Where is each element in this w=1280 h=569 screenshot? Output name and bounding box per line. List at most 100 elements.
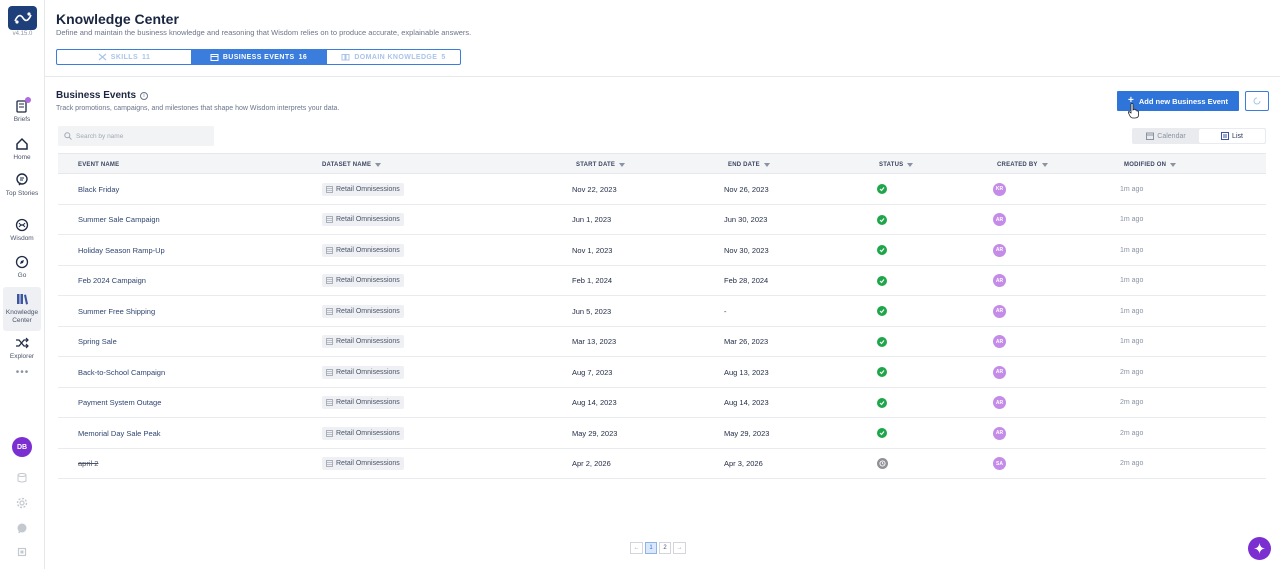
nav-home[interactable]: Home — [3, 137, 41, 162]
dataset-name: Retail Omnisessions — [336, 460, 400, 467]
creator-avatar: AR — [993, 243, 1006, 257]
event-name-link[interactable]: Memorial Day Sale Peak — [78, 429, 161, 438]
table-icon — [326, 399, 333, 406]
page-1-button[interactable]: 1 — [645, 542, 657, 554]
event-name-link[interactable]: Payment System Outage — [78, 398, 161, 407]
section-subtitle: Track promotions, campaigns, and milesto… — [56, 105, 340, 112]
table-row[interactable]: Back-to-School Campaign Retail Omnisessio… — [58, 357, 1266, 388]
event-name-link[interactable]: Summer Sale Campaign — [78, 215, 160, 224]
sort-caret-icon — [1041, 162, 1048, 167]
created-by-cell: SA — [993, 449, 1006, 479]
nav-knowledge-center[interactable]: Knowledge Center — [3, 287, 41, 331]
table-row[interactable]: Summer Free Shipping Retail Omnisessions J… — [58, 296, 1266, 327]
event-name-cell[interactable]: Memorial Day Sale Peak — [78, 418, 161, 448]
user-avatar[interactable]: DB — [12, 437, 32, 457]
info-icon[interactable]: i — [140, 91, 149, 100]
nav-briefs[interactable]: Briefs — [3, 97, 41, 124]
dataset-pill: Retail Omnisessions — [322, 365, 404, 379]
col-status[interactable]: STATUS — [879, 154, 914, 175]
event-name-cell[interactable]: april 2 — [78, 449, 98, 479]
table-row[interactable]: april 2 Retail Omnisessions Apr 2, 2026 Apr… — [58, 449, 1266, 479]
nav-explorer[interactable]: Explorer — [3, 336, 41, 361]
chat-icon[interactable] — [16, 522, 28, 534]
nav-label: Knowledge Center — [5, 309, 39, 324]
nav-top-stories[interactable]: Top Stories — [3, 173, 41, 198]
event-name-link[interactable]: Summer Free Shipping — [78, 307, 155, 316]
event-name-cell[interactable]: Payment System Outage — [78, 388, 161, 418]
tab-skills[interactable]: SKILLS 11 — [57, 50, 191, 64]
col-modified-on[interactable]: MODIFIED ON — [1124, 154, 1177, 175]
col-dataset-name[interactable]: DATASET NAME — [322, 154, 382, 175]
dataset-cell: Retail Omnisessions — [322, 327, 404, 357]
event-name-cell[interactable]: Holiday Season Ramp-Up — [78, 235, 165, 265]
next-page-button[interactable]: → — [673, 542, 686, 554]
dataset-pill: Retail Omnisessions — [322, 426, 404, 440]
modified-on-cell: 1m ago — [1120, 246, 1144, 254]
settings-icon[interactable] — [16, 497, 28, 509]
search-input[interactable] — [76, 132, 206, 140]
tab-domain-knowledge[interactable]: DOMAIN KNOWLEDGE 5 — [326, 50, 460, 64]
table-row[interactable]: Summer Sale Campaign Retail Omnisessions J… — [58, 205, 1266, 235]
table-icon — [326, 185, 333, 193]
event-name-cell[interactable]: Back-to-School Campaign — [78, 357, 165, 387]
event-name-link[interactable]: april 2 — [78, 459, 98, 468]
assistant-fab[interactable] — [1248, 537, 1271, 560]
event-name-link[interactable]: Holiday Season Ramp-Up — [78, 246, 165, 255]
event-name-cell[interactable]: Summer Sale Campaign — [78, 205, 160, 235]
modified-on-cell: 2m ago — [1120, 368, 1144, 376]
status-active-icon — [877, 428, 887, 438]
view-list-button[interactable]: List — [1199, 129, 1265, 143]
event-name-cell[interactable]: Black Friday — [78, 174, 119, 204]
button-label: Add new Business Event — [1138, 96, 1229, 106]
end-date-cell: Aug 13, 2023 — [724, 367, 769, 377]
table-body: Black Friday Retail Omnisessions Nov 22, 2… — [58, 174, 1266, 479]
tab-business-events[interactable]: BUSINESS EVENTS 16 — [191, 50, 326, 64]
col-start-date[interactable]: START DATE — [576, 154, 626, 175]
modified-on-cell: 2m ago — [1120, 429, 1144, 437]
event-name-link[interactable]: Back-to-School Campaign — [78, 368, 165, 377]
events-table: EVENT NAME DATASET NAME START DATE END D… — [58, 153, 1266, 479]
sort-caret-icon — [907, 162, 914, 167]
view-label: List — [1232, 132, 1243, 140]
database-icon[interactable] — [16, 472, 28, 484]
page-subtitle: Define and maintain the business knowled… — [56, 28, 472, 37]
creator-avatar: KR — [993, 182, 1006, 196]
nav-go[interactable]: Go — [3, 255, 41, 280]
page-2-button[interactable]: 2 — [659, 542, 671, 554]
dataset-name: Retail Omnisessions — [336, 246, 400, 254]
table-row[interactable]: Payment System Outage Retail Omnisessions… — [58, 388, 1266, 418]
event-name-link[interactable]: Spring Sale — [78, 337, 117, 346]
nav-wisdom[interactable]: Wisdom — [3, 218, 41, 243]
dataset-cell: Retail Omnisessions — [322, 235, 404, 265]
event-name-link[interactable]: Black Friday — [78, 185, 119, 194]
dataset-name: Retail Omnisessions — [336, 368, 400, 376]
col-event-name[interactable]: EVENT NAME — [78, 154, 119, 175]
table-row[interactable]: Holiday Season Ramp-Up Retail Omnisession… — [58, 235, 1266, 266]
view-calendar-button[interactable]: Calendar — [1133, 129, 1199, 143]
refresh-button[interactable] — [1245, 91, 1269, 111]
view-toggle: Calendar List — [1132, 128, 1266, 144]
dataset-pill: Retail Omnisessions — [322, 335, 404, 348]
table-row[interactable]: Memorial Day Sale Peak Retail Omnisession… — [58, 418, 1266, 449]
event-name-cell[interactable]: Summer Free Shipping — [78, 296, 155, 326]
prev-page-button[interactable]: ← — [630, 542, 643, 554]
col-end-date[interactable]: END DATE — [728, 154, 770, 175]
dataset-name: Retail Omnisessions — [336, 399, 400, 406]
sort-caret-icon — [1170, 162, 1177, 167]
table-row[interactable]: Feb 2024 Campaign Retail Omnisessions Feb … — [58, 266, 1266, 296]
modified-on-cell: 1m ago — [1120, 307, 1144, 315]
event-name-cell[interactable]: Spring Sale — [78, 327, 117, 357]
col-created-by[interactable]: CREATED BY — [997, 154, 1048, 175]
dataset-name: Retail Omnisessions — [336, 277, 400, 284]
event-name-cell[interactable]: Feb 2024 Campaign — [78, 266, 146, 296]
status-cell — [877, 174, 887, 204]
modified-on-cell: 2m ago — [1120, 460, 1144, 467]
table-row[interactable]: Black Friday Retail Omnisessions Nov 22, 2… — [58, 174, 1266, 205]
more-menu[interactable]: ••• — [0, 367, 45, 378]
logo[interactable] — [8, 6, 37, 30]
dataset-pill: Retail Omnisessions — [322, 396, 404, 409]
search-box[interactable] — [58, 126, 214, 146]
table-row[interactable]: Spring Sale Retail Omnisessions Mar 13, 20… — [58, 327, 1266, 357]
chip-icon[interactable] — [16, 546, 28, 558]
event-name-link[interactable]: Feb 2024 Campaign — [78, 276, 146, 285]
